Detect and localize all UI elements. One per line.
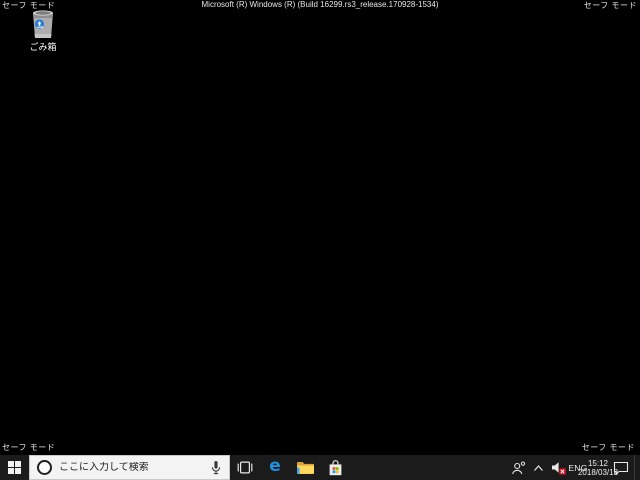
cortana-icon[interactable] xyxy=(37,460,52,475)
people-icon xyxy=(511,460,526,475)
show-desktop-button[interactable] xyxy=(634,455,640,480)
task-view-icon xyxy=(236,461,254,474)
edge-icon: e xyxy=(269,456,281,476)
system-tray: ENG 15:12 2018/03/18 xyxy=(508,455,640,480)
screen: { "desktop": { "background_color": "#000… xyxy=(0,0,640,480)
search-box[interactable] xyxy=(29,455,230,480)
store-button[interactable] xyxy=(320,455,350,480)
edge-browser-button[interactable]: e xyxy=(260,455,290,480)
task-view-button[interactable] xyxy=(230,455,260,480)
microphone-icon[interactable] xyxy=(210,460,222,476)
windows-logo-icon xyxy=(8,461,21,474)
volume-muted-icon xyxy=(551,461,566,475)
safe-mode-label-bottom-left: セーフ モード xyxy=(2,443,56,452)
taskbar: e xyxy=(0,455,640,480)
start-button[interactable] xyxy=(0,455,29,480)
safe-mode-label-top-right: セーフ モード xyxy=(583,1,637,10)
action-center-icon xyxy=(613,461,629,475)
volume-button[interactable] xyxy=(548,455,568,480)
file-explorer-icon xyxy=(296,460,315,475)
action-center-button[interactable] xyxy=(608,455,634,480)
file-explorer-button[interactable] xyxy=(290,455,320,480)
store-icon xyxy=(328,459,343,477)
hidden-icons-button[interactable] xyxy=(528,455,548,480)
clock-time: 15:12 xyxy=(587,458,609,468)
desktop[interactable]: セーフ モード Microsoft (R) Windows (R) (Build… xyxy=(0,0,640,455)
people-button[interactable] xyxy=(508,455,528,480)
chevron-up-icon xyxy=(533,464,544,472)
windows-build-watermark: Microsoft (R) Windows (R) (Build 16299.r… xyxy=(201,0,439,9)
clock[interactable]: 15:12 2018/03/18 xyxy=(578,455,618,480)
safe-mode-label-bottom-right: セーフ モード xyxy=(581,443,635,452)
recycle-bin-label: ごみ箱 xyxy=(29,42,57,52)
recycle-bin-desktop-icon[interactable]: ごみ箱 xyxy=(14,7,72,52)
recycle-bin-icon xyxy=(27,7,59,41)
search-input[interactable] xyxy=(59,462,206,473)
